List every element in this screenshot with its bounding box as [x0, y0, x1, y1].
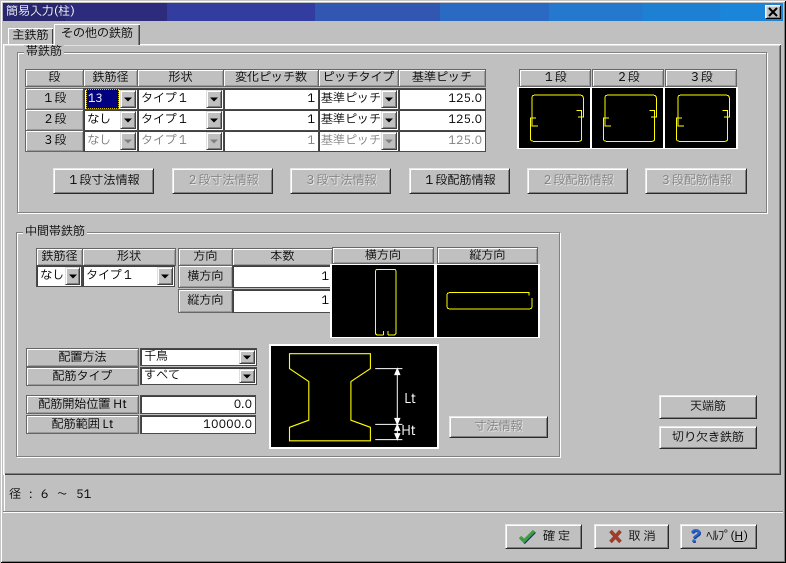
- svg-text:Lt: Lt: [404, 389, 416, 409]
- svg-text:Ht: Ht: [401, 421, 416, 441]
